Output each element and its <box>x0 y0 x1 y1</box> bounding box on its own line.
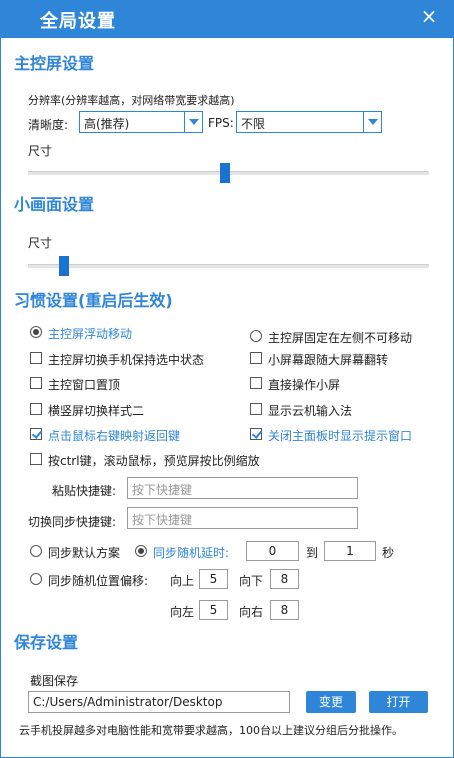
delay-unit: 秒 <box>382 546 395 560</box>
change-path-button[interactable]: 变更 <box>306 691 356 713</box>
small-screen-section-title: 小画面设置 <box>14 195 95 214</box>
main-size-label: 尺寸 <box>28 144 53 158</box>
resolution-hint: 分辨率(分辨率越高，对网络带宽要求越高) <box>28 94 235 107</box>
checkbox-close-tip[interactable] <box>250 428 262 440</box>
checkbox-keep-selected-label[interactable]: 主控屏切换手机保持选中状态 <box>48 351 204 368</box>
checkbox-direct-op-label[interactable]: 直接操作小屏 <box>268 376 340 393</box>
screenshot-path-input[interactable]: C:/Users/Administrator/Desktop <box>28 691 290 713</box>
radio-sync-default-label[interactable]: 同步默认方案 <box>48 544 120 561</box>
paste-hotkey-input[interactable]: 按下快捷键 <box>127 477 358 499</box>
fps-value: 不限 <box>241 117 266 131</box>
chevron-down-icon[interactable] <box>184 112 202 132</box>
sync-hotkey-input[interactable]: 按下快捷键 <box>127 507 358 529</box>
radio-float[interactable] <box>30 326 42 338</box>
radio-fixed-label[interactable]: 主控屏固定在左侧不可移动 <box>268 329 412 346</box>
title-bar: 全局设置 × <box>0 0 454 38</box>
delay-to-label: 到 <box>306 546 319 560</box>
window-title: 全局设置 <box>40 11 116 32</box>
offset-right-input[interactable]: 8 <box>270 600 299 620</box>
small-size-slider-track[interactable] <box>28 264 429 268</box>
chevron-down-icon[interactable] <box>363 112 381 132</box>
radio-sync-random-delay-label[interactable]: 同步随机延时: <box>153 544 229 561</box>
checkbox-right-click-back[interactable] <box>30 428 42 440</box>
radio-sync-random-offset-label[interactable]: 同步随机位置偏移: <box>48 572 148 589</box>
main-screen-section-title: 主控屏设置 <box>14 54 95 73</box>
offset-down-input[interactable]: 8 <box>270 569 299 589</box>
checkbox-show-ime[interactable] <box>250 403 262 415</box>
checkbox-right-click-back-label[interactable]: 点击鼠标右键映射返回键 <box>48 427 180 444</box>
delay-from-input[interactable]: 0 <box>246 541 299 561</box>
checkbox-close-tip-label[interactable]: 关闭主面板时显示提示窗口 <box>268 427 412 444</box>
clarity-label: 清晰度: <box>28 118 69 132</box>
radio-sync-random-offset[interactable] <box>30 573 42 585</box>
checkbox-follow-flip[interactable] <box>250 352 262 364</box>
radio-sync-default[interactable] <box>30 545 42 557</box>
main-size-slider-thumb[interactable] <box>220 163 230 183</box>
delay-to-input[interactable]: 1 <box>324 541 376 561</box>
clarity-select[interactable]: 高(推荐) <box>79 111 203 133</box>
close-icon[interactable]: × <box>418 4 440 28</box>
checkbox-show-ime-label[interactable]: 显示云机输入法 <box>268 402 352 419</box>
habits-section-title: 习惯设置(重启后生效) <box>14 291 173 310</box>
screenshot-save-label: 截图保存 <box>30 674 79 688</box>
checkbox-topmost-label[interactable]: 主控窗口置顶 <box>48 376 120 393</box>
checkbox-keep-selected[interactable] <box>30 352 42 364</box>
checkbox-style2[interactable] <box>30 403 42 415</box>
fps-label: FPS: <box>208 116 234 130</box>
checkbox-ctrl-zoom[interactable] <box>30 453 42 465</box>
small-size-slider-thumb[interactable] <box>59 256 69 276</box>
offset-left-label: 向左 <box>170 605 195 619</box>
offset-up-input[interactable]: 5 <box>199 569 228 589</box>
open-folder-button[interactable]: 打开 <box>369 691 428 713</box>
offset-up-label: 向上 <box>170 574 195 588</box>
offset-right-label: 向右 <box>239 605 264 619</box>
radio-float-label[interactable]: 主控屏浮动移动 <box>48 325 132 342</box>
sync-hotkey-label: 切换同步快捷键: <box>28 515 117 529</box>
footer-note: 云手机投屏越多对电脑性能和宽带要求越高，100台以上建议分组后分批操作。 <box>19 724 403 737</box>
clarity-value: 高(推荐) <box>84 117 130 131</box>
checkbox-direct-op[interactable] <box>250 377 262 389</box>
small-size-label: 尺寸 <box>28 236 53 250</box>
checkbox-ctrl-zoom-label[interactable]: 按ctrl键，滚动鼠标，预览屏按比例缩放 <box>48 452 260 469</box>
paste-hotkey-label: 粘贴快捷键: <box>52 484 117 498</box>
checkbox-follow-flip-label[interactable]: 小屏幕跟随大屏幕翻转 <box>268 351 388 368</box>
offset-left-input[interactable]: 5 <box>199 600 228 620</box>
checkbox-style2-label[interactable]: 横竖屏切换样式二 <box>48 402 144 419</box>
offset-down-label: 向下 <box>239 574 264 588</box>
radio-sync-random-delay[interactable] <box>135 545 147 557</box>
save-section-title: 保存设置 <box>14 633 79 652</box>
radio-fixed[interactable] <box>250 330 262 342</box>
fps-select[interactable]: 不限 <box>236 111 382 133</box>
checkbox-topmost[interactable] <box>30 377 42 389</box>
